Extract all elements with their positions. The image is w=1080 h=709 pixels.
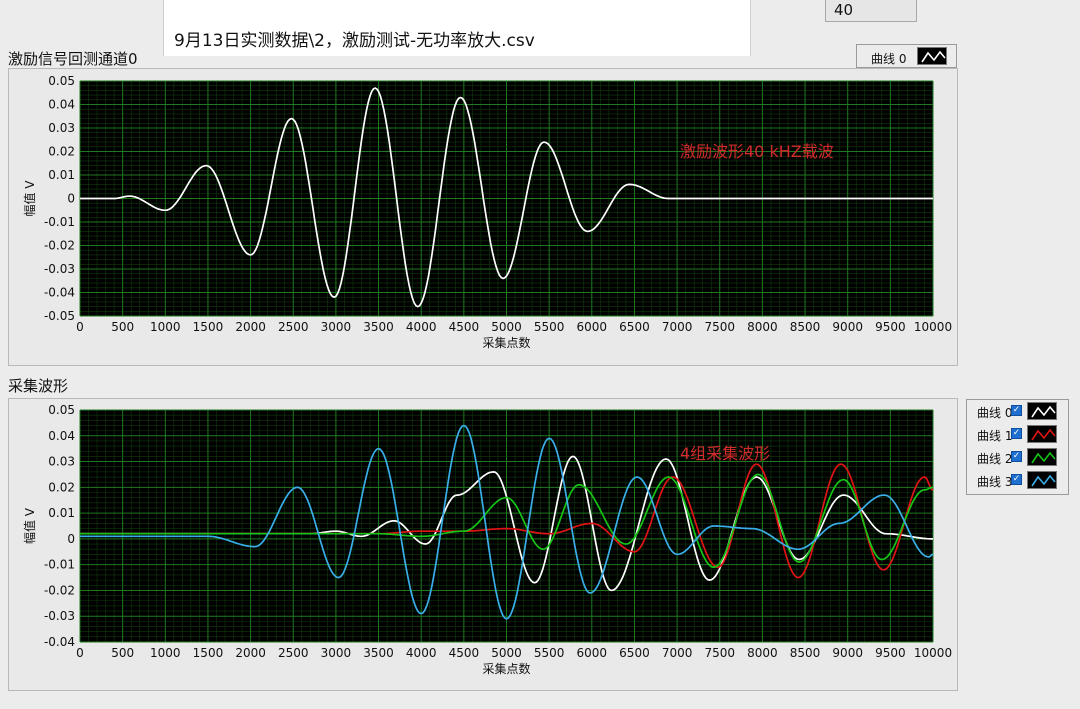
graph2-x-tick-13: 6500 xyxy=(619,646,650,660)
graph2-y-tick-4: 0.01 xyxy=(48,506,75,520)
graph2-y-axis-label: 幅值 V xyxy=(22,507,37,544)
graph2-x-tick-19: 9500 xyxy=(875,646,906,660)
graph2-x-axis-label: 采集点数 xyxy=(482,661,530,676)
graph2-x-tick-12: 6000 xyxy=(577,646,608,660)
graph2-x-tick-0: 0 xyxy=(76,646,84,660)
graph2-x-tick-17: 8500 xyxy=(790,646,821,660)
graph2-x-tick-10: 5000 xyxy=(491,646,522,660)
graph2-x-tick-2: 1000 xyxy=(150,646,181,660)
graph2-x-tick-15: 7500 xyxy=(704,646,735,660)
graph2-x-tick-18: 9000 xyxy=(832,646,863,660)
graph2-y-tick-5: 0 xyxy=(67,532,75,546)
graph2-x-tick-8: 4000 xyxy=(406,646,437,660)
graph2-x-tick-11: 5500 xyxy=(534,646,565,660)
graph2-y-tick-1: 0.04 xyxy=(48,429,75,443)
graph2-x-tick-6: 3000 xyxy=(321,646,352,660)
graph2-x-tick-16: 8000 xyxy=(747,646,778,660)
graph2-x-tick-9: 4500 xyxy=(449,646,480,660)
graph2-y-tick-3: 0.02 xyxy=(48,480,75,494)
graph2-y-tick-2: 0.03 xyxy=(48,455,75,469)
graph2-y-tick-8: -0.03 xyxy=(44,609,75,623)
graph2-y-tick-7: -0.02 xyxy=(44,583,75,597)
graph2-x-tick-7: 3500 xyxy=(363,646,394,660)
graph2-x-tick-14: 7000 xyxy=(662,646,693,660)
graph2-y-tick-0: 0.05 xyxy=(48,403,75,417)
graph2-x-tick-5: 2500 xyxy=(278,646,309,660)
graph2-x-tick-3: 1500 xyxy=(193,646,224,660)
graph2-x-tick-4: 2000 xyxy=(235,646,266,660)
graph2-x-tick-1: 500 xyxy=(111,646,134,660)
graph2-plot[interactable]: 0 500 1000 1500 2000 2500 3000 3500 4000 4500 5000… xyxy=(0,0,1080,709)
graph2-y-tick-9: -0.04 xyxy=(44,635,75,649)
graph2-y-tick-6: -0.01 xyxy=(44,558,75,572)
graph2-x-tick-20: 10000 xyxy=(914,646,952,660)
graph2-annotation: 4组采集波形 xyxy=(680,444,771,463)
